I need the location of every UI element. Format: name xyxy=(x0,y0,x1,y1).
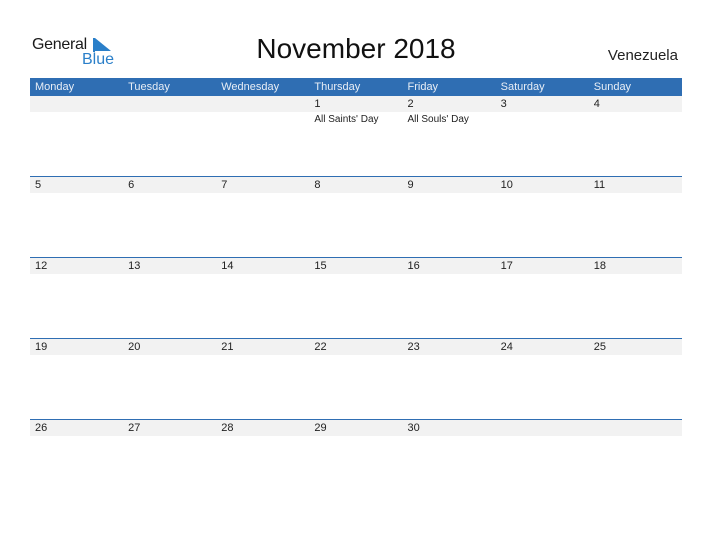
holiday-label xyxy=(30,112,123,125)
date-strip: 19 20 21 22 23 24 25 xyxy=(30,339,682,355)
holiday-label xyxy=(589,193,682,195)
events-row: All Saints' Day All Souls' Day xyxy=(30,112,682,125)
week-row: 1 2 3 4 All Saints' Day All Souls' Day xyxy=(30,96,682,125)
holiday-label xyxy=(496,112,589,125)
calendar-title: November 2018 xyxy=(256,33,456,64)
events-row xyxy=(30,355,682,357)
day-number: 9 xyxy=(407,179,414,191)
day-number: 6 xyxy=(128,179,135,191)
holiday-label xyxy=(216,274,309,276)
day-number: 4 xyxy=(593,98,600,110)
date-strip: 1 2 3 4 xyxy=(30,96,682,112)
holiday-label xyxy=(309,193,402,195)
week-row: 19 20 21 22 23 24 25 xyxy=(30,338,682,357)
holiday-label xyxy=(589,436,682,438)
day-number: 28 xyxy=(221,422,234,434)
day-number: 14 xyxy=(221,260,234,272)
weekday-monday: Monday xyxy=(35,81,75,93)
day-number: 20 xyxy=(128,341,141,353)
holiday-label xyxy=(496,436,589,438)
holiday-label xyxy=(30,355,123,357)
day-number: 21 xyxy=(221,341,234,353)
day-number: 8 xyxy=(314,179,321,191)
day-number: 15 xyxy=(314,260,327,272)
holiday-label xyxy=(589,112,682,125)
day-number: 5 xyxy=(35,179,42,191)
holiday-label: All Saints' Day xyxy=(314,114,379,125)
day-number xyxy=(496,420,589,436)
day-number: 19 xyxy=(35,341,48,353)
day-number: 13 xyxy=(128,260,141,272)
week-row: 12 13 14 15 16 17 18 xyxy=(30,257,682,276)
week-row: 5 6 7 8 9 10 11 xyxy=(30,176,682,195)
weekday-saturday: Saturday xyxy=(500,81,545,93)
day-number: 26 xyxy=(35,422,48,434)
holiday-label xyxy=(216,436,309,438)
day-number: 3 xyxy=(500,98,507,110)
weekday-thursday: Thursday xyxy=(314,81,361,93)
holiday-label xyxy=(30,193,123,195)
holiday-label xyxy=(123,112,216,125)
holiday-label xyxy=(309,274,402,276)
day-number: 7 xyxy=(221,179,228,191)
events-row xyxy=(30,274,682,276)
day-number: 29 xyxy=(314,422,327,434)
day-number: 11 xyxy=(593,179,606,191)
holiday-label xyxy=(403,274,496,276)
holiday-label xyxy=(123,355,216,357)
holiday-label xyxy=(30,274,123,276)
day-number xyxy=(30,96,123,112)
day-number: 2 xyxy=(407,98,414,110)
day-number xyxy=(123,96,216,112)
holiday-label xyxy=(216,112,309,125)
holiday-label xyxy=(589,355,682,357)
holiday-label xyxy=(589,274,682,276)
day-number: 17 xyxy=(500,260,513,272)
weekday-friday: Friday xyxy=(407,81,439,93)
date-strip: 12 13 14 15 16 17 18 xyxy=(30,258,682,274)
holiday-label xyxy=(496,274,589,276)
day-number: 23 xyxy=(407,341,420,353)
events-row xyxy=(30,193,682,195)
holiday-label: All Souls' Day xyxy=(407,114,469,125)
day-number: 30 xyxy=(407,422,420,434)
day-number: 18 xyxy=(593,260,606,272)
holiday-label xyxy=(123,274,216,276)
holiday-label xyxy=(496,355,589,357)
day-number: 24 xyxy=(500,341,513,353)
day-number xyxy=(589,420,682,436)
day-number: 10 xyxy=(500,179,513,191)
holiday-label xyxy=(123,193,216,195)
weekday-tuesday: Tuesday xyxy=(128,81,170,93)
events-row xyxy=(30,436,682,438)
day-number: 25 xyxy=(593,341,606,353)
day-number: 12 xyxy=(35,260,48,272)
holiday-label xyxy=(403,355,496,357)
holiday-label xyxy=(309,355,402,357)
weekday-header: Monday Tuesday Wednesday Thursday Friday… xyxy=(30,78,682,96)
holiday-label xyxy=(30,436,123,438)
holiday-label xyxy=(216,193,309,195)
holiday-label xyxy=(496,193,589,195)
day-number: 22 xyxy=(314,341,327,353)
holiday-label xyxy=(403,193,496,195)
day-number: 16 xyxy=(407,260,420,272)
holiday-label xyxy=(403,436,496,438)
holiday-label xyxy=(216,355,309,357)
date-strip: 26 27 28 29 30 xyxy=(30,420,682,436)
day-number xyxy=(216,96,309,112)
day-number: 1 xyxy=(314,98,321,110)
holiday-label xyxy=(309,436,402,438)
weekday-sunday: Sunday xyxy=(593,81,632,93)
weekday-wednesday: Wednesday xyxy=(221,81,280,93)
date-strip: 5 6 7 8 9 10 11 xyxy=(30,177,682,193)
week-row: 26 27 28 29 30 xyxy=(30,419,682,438)
country-label: Venezuela xyxy=(607,47,678,64)
holiday-label xyxy=(123,436,216,438)
day-number: 27 xyxy=(128,422,141,434)
